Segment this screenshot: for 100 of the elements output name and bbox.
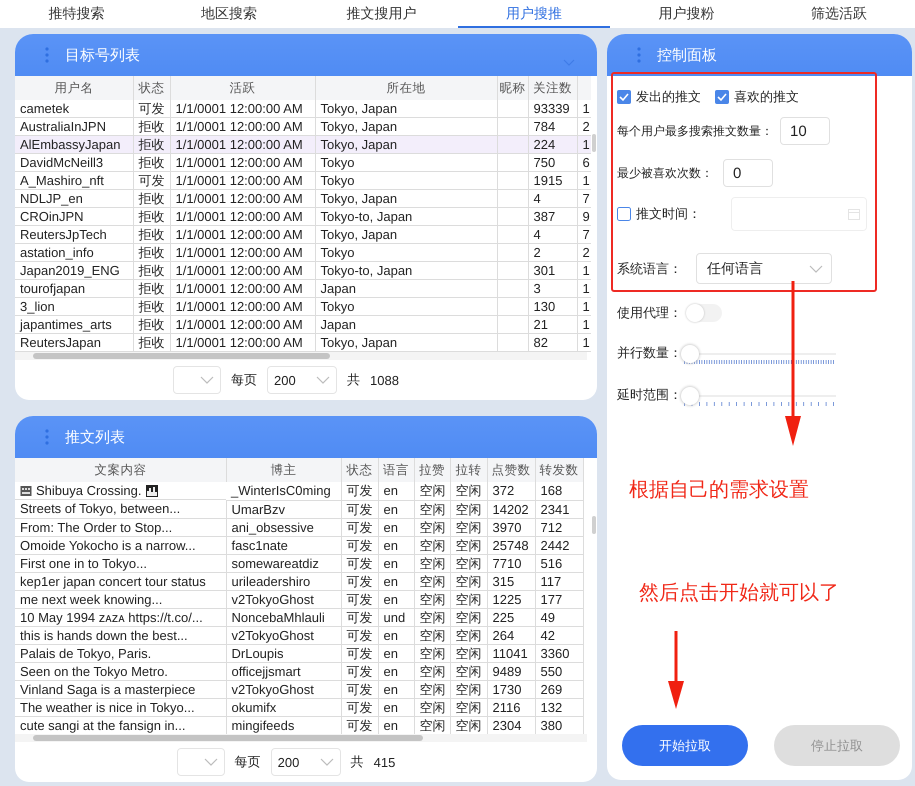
table-cell: cametek (15, 100, 133, 118)
toggle-switch[interactable] (686, 304, 722, 322)
table-cell: 25748 (487, 536, 535, 554)
table-cell: 拒收 (133, 244, 170, 262)
tab[interactable]: 推文搜用户 (305, 0, 458, 28)
column-header[interactable]: 语言 (378, 458, 414, 482)
tab[interactable]: 推特搜索 (0, 0, 152, 28)
table-cell: First one in to Tokyo... (15, 554, 226, 572)
column-header[interactable]: 转发数 (535, 458, 583, 482)
table-cell: 1/1/0001 12:00:00 AM (170, 262, 315, 280)
page-size-select[interactable]: 200 (267, 366, 338, 394)
table-cell: und (378, 608, 414, 626)
table-cell: 可发 (341, 608, 378, 626)
checkbox-checked-icon[interactable] (617, 90, 631, 104)
date-field[interactable] (731, 197, 867, 231)
table-cell: 拒收 (133, 262, 170, 280)
scrollbar[interactable] (15, 734, 587, 742)
table-cell: 空闲 (414, 698, 450, 716)
tab[interactable]: 用户搜粉 (610, 0, 762, 28)
table-cell: kep1er japan concert tour status (15, 572, 226, 590)
checkbox-label[interactable]: 发出的推文 (636, 88, 701, 106)
table-cell: 3 (528, 280, 577, 298)
table-cell: 空闲 (450, 500, 487, 518)
column-header[interactable]: 昵称 (497, 76, 528, 100)
table-cell: 空闲 (450, 572, 487, 590)
table-cell: Palais de Tokyo, Paris. (15, 644, 226, 662)
column-header[interactable]: 状态 (341, 458, 378, 482)
table-cell: 387 (528, 208, 577, 226)
panel-title: 控制面板 (657, 46, 717, 64)
table-cell: 1/1/0001 12:00:00 AM (170, 172, 315, 190)
column-header[interactable]: 点赞数 (487, 458, 535, 482)
table-cell: 177 (535, 590, 583, 608)
table-cell: 空闲 (414, 644, 450, 662)
panel-title: 推文列表 (65, 428, 125, 446)
tab[interactable]: 筛选活跃 (762, 0, 915, 28)
calendar-icon (848, 208, 860, 220)
table-cell: 7 (577, 226, 591, 244)
column-header[interactable]: 关注数 (528, 76, 577, 100)
checkbox-icon[interactable] (617, 207, 631, 221)
table-cell: 225 (487, 608, 535, 626)
chevron-icon (204, 758, 218, 766)
table-cell: CROinJPN (15, 208, 133, 226)
chevron-icon (316, 376, 330, 384)
table-cell: japantimes_arts (15, 316, 133, 334)
table-cell: 1/1/0001 12:00:00 AM (170, 208, 315, 226)
table-cell: Japan2019_ENG (15, 262, 133, 280)
number-field[interactable]: 10 (780, 117, 830, 145)
table-cell: 2116 (487, 698, 535, 716)
language-dropdown[interactable]: 任何语言 (696, 253, 832, 284)
table-cell: 132 (535, 698, 583, 716)
column-header[interactable]: 状态 (133, 76, 170, 100)
label: 共 (350, 753, 364, 771)
table-cell: 可发 (341, 626, 378, 644)
number-field[interactable]: 0 (723, 159, 773, 187)
column-header[interactable]: 文案内容 (15, 458, 226, 482)
table-cell: en (378, 482, 414, 500)
column-header[interactable]: 所在地 (315, 76, 497, 100)
table-cell: v2TokyoGhost (226, 590, 341, 608)
button[interactable]: 开始拉取 (622, 725, 748, 766)
table-cell: 712 (535, 518, 583, 536)
scrollbar[interactable] (592, 516, 596, 534)
table-cell: 可发 (133, 100, 170, 118)
column-header[interactable]: 博主 (226, 458, 341, 482)
page-size-select[interactable]: 200 (270, 748, 341, 776)
table-cell: 1/1/0001 12:00:00 AM (170, 100, 315, 118)
table-cell: Tokyo (315, 298, 497, 316)
table-cell: 可发 (341, 680, 378, 698)
column-header[interactable]: 用户名 (15, 76, 133, 100)
page-select[interactable] (173, 366, 222, 394)
table-cell: 1/1/0001 12:00:00 AM (170, 190, 315, 208)
column-header[interactable]: 拉赞 (414, 458, 450, 482)
table-cell: 3970 (487, 518, 535, 536)
table-cell: 93339 (528, 100, 577, 118)
column-header[interactable]: 活跃 (170, 76, 315, 100)
table-cell: 2341 (535, 500, 583, 518)
table-cell: 3360 (535, 644, 583, 662)
column-header[interactable]: 拉转 (450, 458, 487, 482)
tab[interactable]: 地区搜索 (152, 0, 305, 28)
table-cell: ani_obsessive (226, 518, 341, 536)
table-cell: Vinland Saga is a masterpiece (15, 680, 226, 698)
table-cell: _WinterIsC0ming (226, 482, 341, 500)
checkbox-checked-icon[interactable] (715, 90, 729, 104)
checkbox-label[interactable]: 喜欢的推文 (734, 88, 799, 106)
table-cell: 空闲 (414, 554, 450, 572)
page-select[interactable] (176, 748, 225, 776)
table-cell: 42 (535, 626, 583, 644)
table-cell: 4 (528, 190, 577, 208)
table-cell: 21 (528, 316, 577, 334)
scrollbar[interactable] (592, 134, 596, 152)
table-cell: en (378, 500, 414, 518)
label: 每页 (234, 753, 261, 771)
checkbox-label[interactable]: 推文时间： (636, 205, 701, 223)
field-label: 系统语言： (617, 260, 682, 278)
table-cell: 516 (535, 554, 583, 572)
tab[interactable]: 用户搜推 (458, 0, 610, 28)
table-cell: v2TokyoGhost (226, 680, 341, 698)
table-cell: From: The Order to Stop... (15, 518, 226, 536)
scrollbar[interactable] (15, 352, 587, 360)
table-cell: 1225 (487, 590, 535, 608)
table-cell: 可发 (341, 644, 378, 662)
